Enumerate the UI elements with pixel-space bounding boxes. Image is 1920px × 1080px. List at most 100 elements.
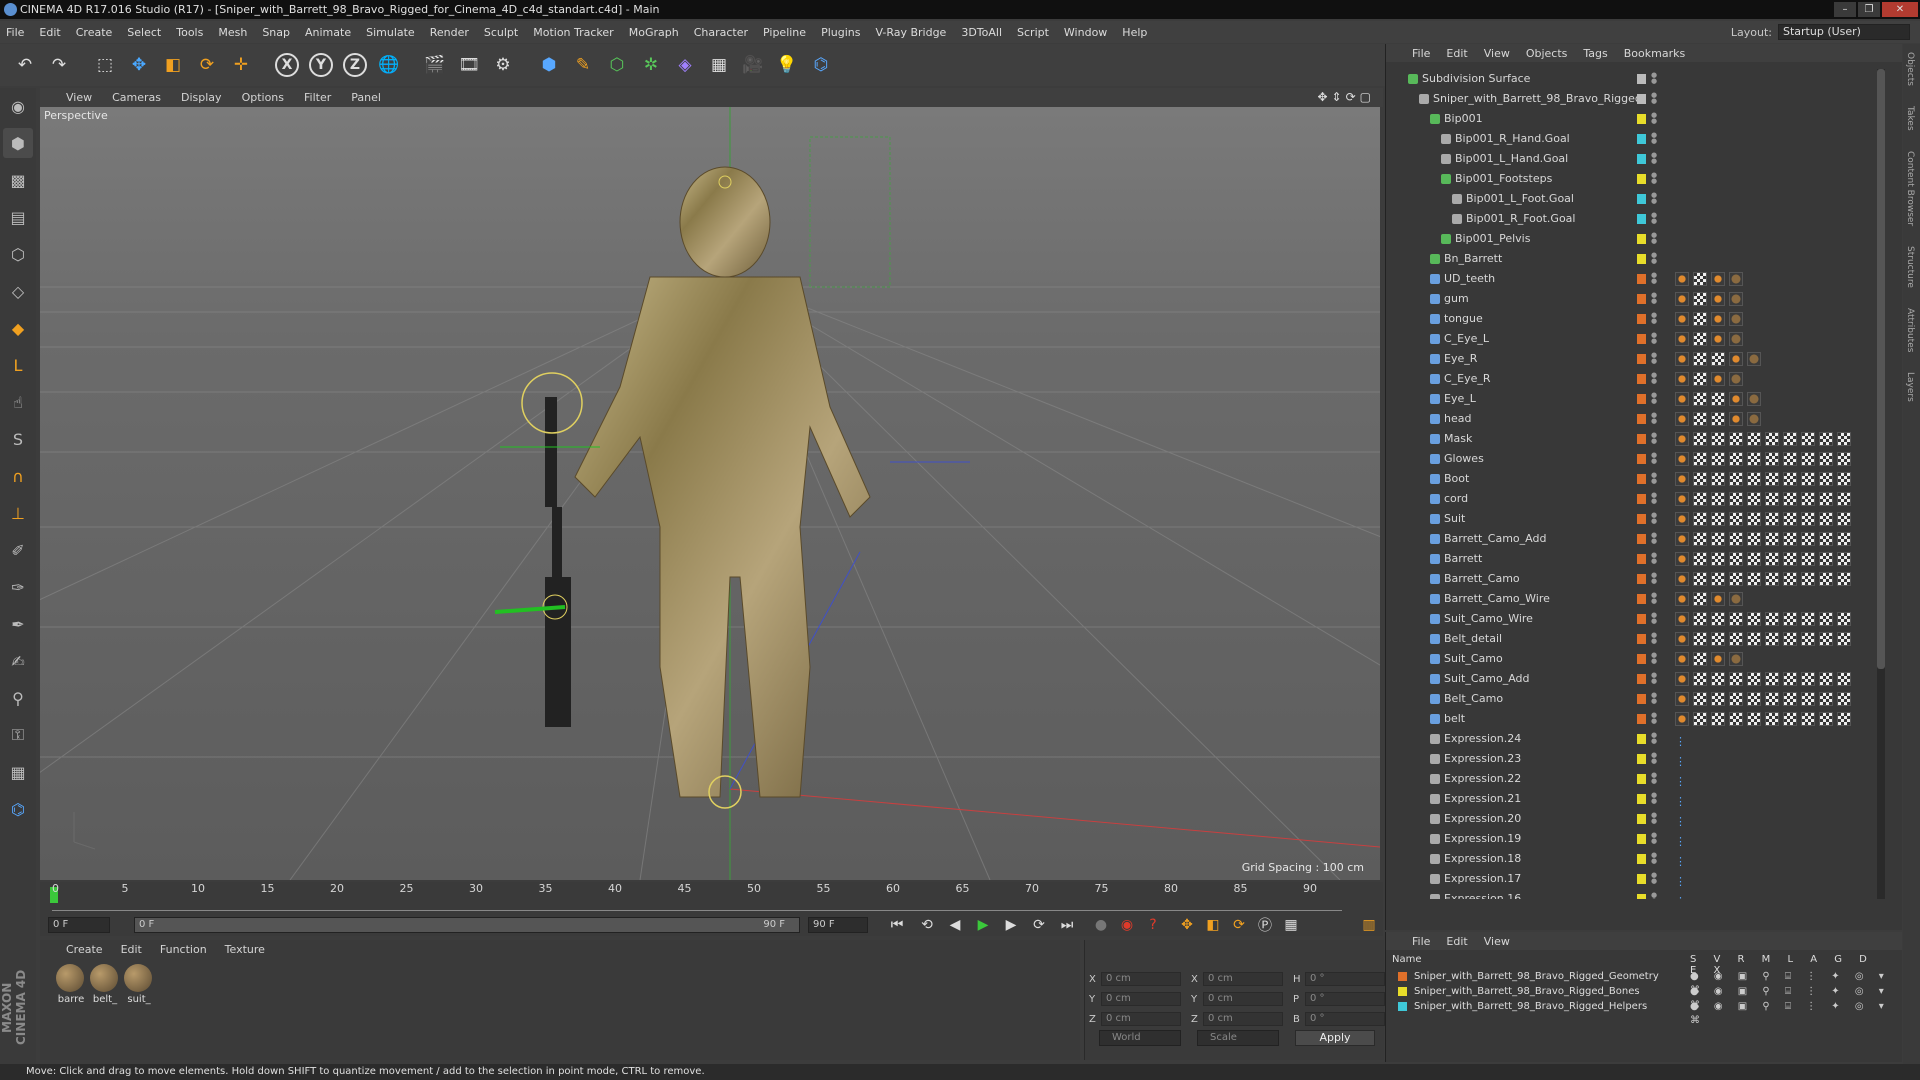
material-tag-icon[interactable] xyxy=(1801,432,1815,446)
menu-pipeline[interactable]: Pipeline xyxy=(763,26,806,39)
material-tag-icon[interactable]: ⋮ xyxy=(1675,872,1689,888)
material-tag-icon[interactable] xyxy=(1693,692,1707,706)
layer-color-swatch[interactable] xyxy=(1637,794,1646,804)
material-tag-icon[interactable] xyxy=(1729,612,1743,626)
knife-icon[interactable]: ⚲ xyxy=(3,683,33,713)
material-tag-icon[interactable] xyxy=(1693,452,1707,466)
object-name[interactable]: Suit_Camo xyxy=(1444,649,1503,669)
layer-color-swatch[interactable] xyxy=(1637,274,1646,284)
material-tag-icon[interactable] xyxy=(1711,432,1725,446)
material-tag-icon[interactable] xyxy=(1765,572,1779,586)
material-tag-icon[interactable] xyxy=(1765,632,1779,646)
object-row[interactable]: C_Eye_L ● ● xyxy=(1386,329,1886,349)
layer-name[interactable]: Sniper_with_Barrett_98_Bravo_Rigged_Bone… xyxy=(1414,985,1640,999)
material-tag-icon[interactable] xyxy=(1693,472,1707,486)
object-name[interactable]: Glowes xyxy=(1444,449,1484,469)
menu-mograph[interactable]: MoGraph xyxy=(629,26,679,39)
layer-color-swatch[interactable] xyxy=(1637,574,1646,584)
material-tag-icon[interactable] xyxy=(1765,492,1779,506)
material-tag-icon[interactable] xyxy=(1819,432,1833,446)
material-tag-icon[interactable] xyxy=(1675,572,1689,586)
menu-simulate[interactable]: Simulate xyxy=(366,26,415,39)
layer-color-swatch[interactable] xyxy=(1398,987,1407,996)
object-menu-edit[interactable]: Edit xyxy=(1446,47,1467,60)
material-tag-icon[interactable] xyxy=(1711,332,1725,346)
material-tag-icon[interactable]: ⋮ xyxy=(1675,852,1689,868)
material-tag-icon[interactable] xyxy=(1675,452,1689,466)
maximize-button[interactable]: ❐ xyxy=(1858,2,1880,17)
visibility-dots-icon[interactable]: ●● xyxy=(1651,832,1657,846)
close-button[interactable]: ✕ xyxy=(1882,2,1918,17)
visibility-dots-icon[interactable]: ●● xyxy=(1651,512,1657,526)
visibility-dots-icon[interactable]: ●● xyxy=(1651,792,1657,806)
viewport-menu-options[interactable]: Options xyxy=(242,91,284,104)
layer-color-swatch[interactable] xyxy=(1637,694,1646,704)
menu-window[interactable]: Window xyxy=(1064,26,1107,39)
material-tag-icon[interactable] xyxy=(1819,492,1833,506)
viewport-menu-filter[interactable]: Filter xyxy=(304,91,331,104)
material-tag-icon[interactable] xyxy=(1711,312,1725,326)
layer-row[interactable]: Sniper_with_Barrett_98_Bravo_Rigged_Bone… xyxy=(1392,985,1892,1011)
visibility-dots-icon[interactable]: ●● xyxy=(1651,92,1657,106)
material-tag-icon[interactable] xyxy=(1675,432,1689,446)
object-row[interactable]: Bip001_L_Foot.Goal ● ● xyxy=(1386,189,1886,209)
object-row[interactable]: Barrett_Camo ● ● xyxy=(1386,569,1886,589)
object-name[interactable]: Boot xyxy=(1444,469,1469,489)
object-name[interactable]: Bip001_L_Hand.Goal xyxy=(1455,149,1568,169)
object-list-scrollbar[interactable] xyxy=(1877,69,1885,899)
layer-color-swatch[interactable] xyxy=(1637,714,1646,724)
material-tag-icon[interactable] xyxy=(1711,612,1725,626)
material-tag-icon[interactable] xyxy=(1819,612,1833,626)
object-name[interactable]: Expression.23 xyxy=(1444,749,1521,769)
material-tag-icon[interactable] xyxy=(1783,532,1797,546)
material-tag-icon[interactable] xyxy=(1747,452,1761,466)
object-row[interactable]: Expression.20 ● ● ⋮ xyxy=(1386,809,1886,829)
goto-start-icon[interactable]: ⏮ xyxy=(886,915,908,935)
material-tag-icon[interactable] xyxy=(1801,452,1815,466)
prev-frame-icon[interactable]: ◀ xyxy=(944,915,966,935)
object-name[interactable]: Eye_R xyxy=(1444,349,1477,369)
material-tag-icon[interactable] xyxy=(1729,372,1743,386)
visibility-dots-icon[interactable]: ●● xyxy=(1651,852,1657,866)
visibility-dots-icon[interactable]: ●● xyxy=(1651,132,1657,146)
frame-range-slider[interactable]: 0 F 90 F xyxy=(134,917,800,933)
layer-color-swatch[interactable] xyxy=(1637,834,1646,844)
texture-mode-icon[interactable]: ▩ xyxy=(3,165,33,195)
material-tag-icon[interactable] xyxy=(1693,532,1707,546)
layout-dropdown[interactable]: Startup (User) xyxy=(1778,24,1910,40)
visibility-dots-icon[interactable]: ●● xyxy=(1651,752,1657,766)
material-tag-icon[interactable] xyxy=(1765,452,1779,466)
visibility-dots-icon[interactable]: ●● xyxy=(1651,292,1657,306)
grid-lock-icon[interactable]: ▦ xyxy=(3,757,33,787)
python-script-icon[interactable]: ⌬ xyxy=(3,794,33,824)
side-tab-attributes[interactable]: Attributes xyxy=(1905,308,1915,352)
material-tag-icon[interactable] xyxy=(1729,332,1743,346)
material-tag-icon[interactable] xyxy=(1693,712,1707,726)
subdivision-icon[interactable]: ⬡ xyxy=(602,50,632,80)
menu-create[interactable]: Create xyxy=(76,26,113,39)
material-tag-icon[interactable] xyxy=(1801,512,1815,526)
material-tag-icon[interactable] xyxy=(1729,352,1743,366)
pen-spline-icon[interactable]: ✎ xyxy=(568,50,598,80)
material-tag-icon[interactable] xyxy=(1693,612,1707,626)
pos-z-field[interactable]: 0 cm xyxy=(1101,1012,1181,1026)
brush-icon[interactable]: ✐ xyxy=(3,535,33,565)
layer-color-swatch[interactable] xyxy=(1637,214,1646,224)
material-tag-icon[interactable] xyxy=(1711,372,1725,386)
record-disabled-icon[interactable]: ● xyxy=(1090,915,1112,935)
material-tag-icon[interactable] xyxy=(1729,452,1743,466)
material-tag-icon[interactable] xyxy=(1693,512,1707,526)
object-menu-tags[interactable]: Tags xyxy=(1583,47,1607,60)
material-tag-icon[interactable] xyxy=(1711,692,1725,706)
material-menu-function[interactable]: Function xyxy=(160,943,207,956)
visibility-dots-icon[interactable]: ●● xyxy=(1651,812,1657,826)
layer-flag-icons[interactable]: ● ◉ ▣ ⚲ ⌸ ⋮ ✦ ◎ ▾ ⌘ xyxy=(1690,1000,1892,1028)
material-tag-icon[interactable] xyxy=(1837,452,1851,466)
visibility-dots-icon[interactable]: ●● xyxy=(1651,612,1657,626)
material-tag-icon[interactable] xyxy=(1765,432,1779,446)
end-frame-field[interactable]: 90 F xyxy=(808,917,868,933)
material-tag-icon[interactable] xyxy=(1783,472,1797,486)
object-name[interactable]: head xyxy=(1444,409,1471,429)
material-tag-icon[interactable] xyxy=(1693,652,1707,666)
material-tag-icon[interactable] xyxy=(1765,692,1779,706)
